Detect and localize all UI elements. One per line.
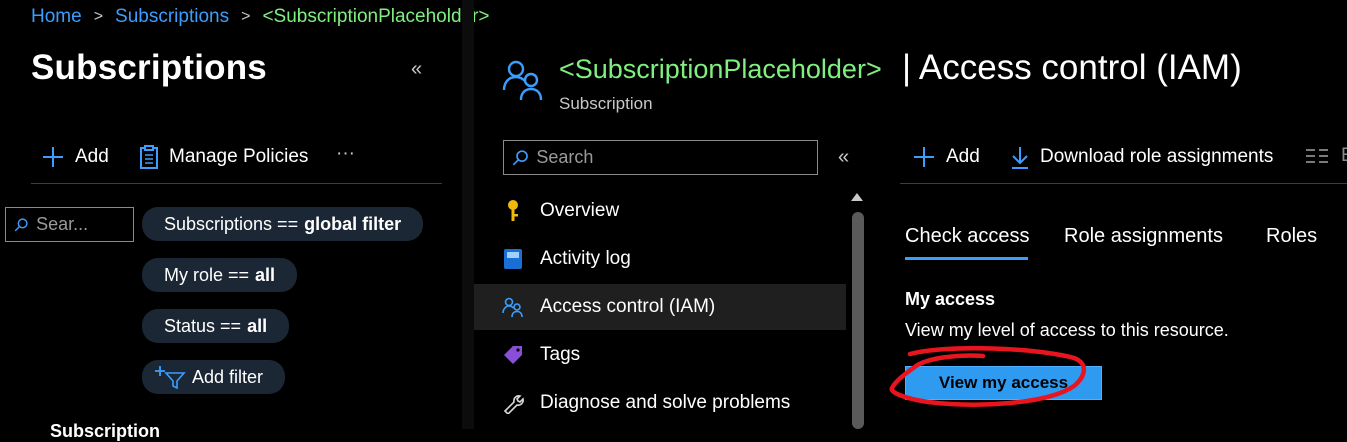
wrench-icon bbox=[502, 392, 524, 414]
nav-search-box[interactable] bbox=[503, 140, 818, 175]
nav-item-label: Overview bbox=[540, 200, 620, 221]
iam-toolbar-divider bbox=[900, 183, 1347, 184]
search-icon bbox=[512, 149, 528, 165]
plus-icon bbox=[914, 147, 934, 167]
scroll-up-arrow-icon[interactable] bbox=[849, 190, 865, 204]
breadcrumb-home[interactable]: Home bbox=[31, 6, 82, 28]
clipboard-icon bbox=[140, 145, 158, 169]
breadcrumb-separator: > bbox=[93, 8, 104, 25]
resource-name: <SubscriptionPlaceholder> bbox=[559, 54, 882, 84]
subscription-people-icon bbox=[502, 60, 543, 101]
edit-columns-label: E bbox=[1341, 145, 1347, 167]
subscriptions-search-box[interactable] bbox=[5, 207, 134, 242]
page-title: | Access control (IAM) bbox=[902, 48, 1242, 87]
activity-log-icon bbox=[502, 248, 524, 270]
plus-icon bbox=[43, 147, 63, 167]
nav-item-label: Access control (IAM) bbox=[540, 296, 716, 317]
manage-policies-label: Manage Policies bbox=[169, 146, 309, 167]
subscription-column-header: Subscription bbox=[50, 421, 161, 441]
tab-roles[interactable]: Roles bbox=[1266, 225, 1317, 248]
filter-pill-status[interactable]: Status == all bbox=[142, 309, 290, 343]
red-annotation-circle bbox=[889, 346, 1086, 407]
download-role-assignments-button[interactable]: Download role assignments bbox=[1010, 145, 1273, 169]
left-toolbar-divider bbox=[31, 183, 442, 184]
filter-pill-prefix: Subscriptions == bbox=[164, 213, 299, 234]
add-role-assignment-label: Add bbox=[946, 146, 980, 167]
subscriptions-title: Subscriptions bbox=[31, 48, 267, 87]
add-subscription-button[interactable]: Add bbox=[41, 145, 109, 169]
nav-item-label: Activity log bbox=[540, 248, 631, 269]
tab-check-access[interactable]: Check access bbox=[905, 225, 1030, 248]
subscriptions-search-input[interactable] bbox=[34, 213, 125, 236]
manage-policies-button[interactable]: Manage Policies bbox=[139, 145, 308, 169]
filter-pill-value: global filter bbox=[304, 213, 402, 234]
nav-item-access-control[interactable]: Access control (IAM) bbox=[474, 284, 846, 330]
add-filter-icon bbox=[155, 366, 186, 390]
breadcrumb-separator: > bbox=[241, 8, 251, 25]
panel-divider bbox=[462, 0, 474, 429]
columns-icon bbox=[1306, 149, 1328, 163]
tag-icon bbox=[502, 344, 524, 366]
key-icon bbox=[502, 200, 524, 222]
search-icon bbox=[14, 217, 28, 231]
resource-type: Subscription bbox=[559, 94, 653, 113]
nav-search-input[interactable] bbox=[534, 146, 809, 169]
my-access-description: View my level of access to this resource… bbox=[905, 320, 1229, 340]
edit-columns-button[interactable]: E bbox=[1305, 145, 1347, 167]
filter-pill-prefix: My role == bbox=[164, 264, 250, 285]
filter-pill-value: all bbox=[255, 264, 276, 285]
filter-pill-prefix: Status == bbox=[164, 315, 242, 336]
add-filter-label: Add filter bbox=[192, 366, 264, 387]
nav-item-diagnose[interactable]: Diagnose and solve problems bbox=[474, 380, 846, 426]
nav-item-activity-log[interactable]: Activity log bbox=[474, 236, 846, 282]
people-icon bbox=[502, 296, 524, 318]
download-icon bbox=[1012, 147, 1028, 169]
collapse-nav-button[interactable]: « bbox=[838, 146, 849, 169]
my-access-heading: My access bbox=[905, 289, 996, 309]
nav-item-overview[interactable]: Overview bbox=[474, 188, 846, 234]
filter-pill-value: all bbox=[247, 315, 268, 336]
nav-scrollbar-thumb[interactable] bbox=[852, 212, 864, 429]
breadcrumb-current: <SubscriptionPlaceholder> bbox=[262, 6, 490, 27]
more-options-button[interactable]: ··· bbox=[336, 143, 355, 165]
add-filter-button[interactable]: Add filter bbox=[142, 360, 286, 394]
tab-role-assignments[interactable]: Role assignments bbox=[1064, 225, 1223, 248]
add-role-assignment-button[interactable]: Add bbox=[912, 145, 980, 169]
breadcrumb: Home > Subscriptions > <SubscriptionPlac… bbox=[31, 6, 490, 28]
download-role-assignments-label: Download role assignments bbox=[1040, 146, 1274, 167]
filter-pill-subscriptions[interactable]: Subscriptions == global filter bbox=[142, 207, 424, 241]
nav-item-tags[interactable]: Tags bbox=[474, 332, 846, 378]
collapse-left-panel-button[interactable]: « bbox=[411, 58, 422, 81]
nav-item-label: Tags bbox=[540, 344, 581, 365]
filter-pill-my-role[interactable]: My role == all bbox=[142, 258, 298, 292]
nav-item-label: Diagnose and solve problems bbox=[540, 392, 791, 413]
breadcrumb-subscriptions[interactable]: Subscriptions bbox=[115, 6, 229, 28]
add-subscription-label: Add bbox=[75, 146, 109, 167]
active-tab-indicator bbox=[905, 257, 1028, 260]
